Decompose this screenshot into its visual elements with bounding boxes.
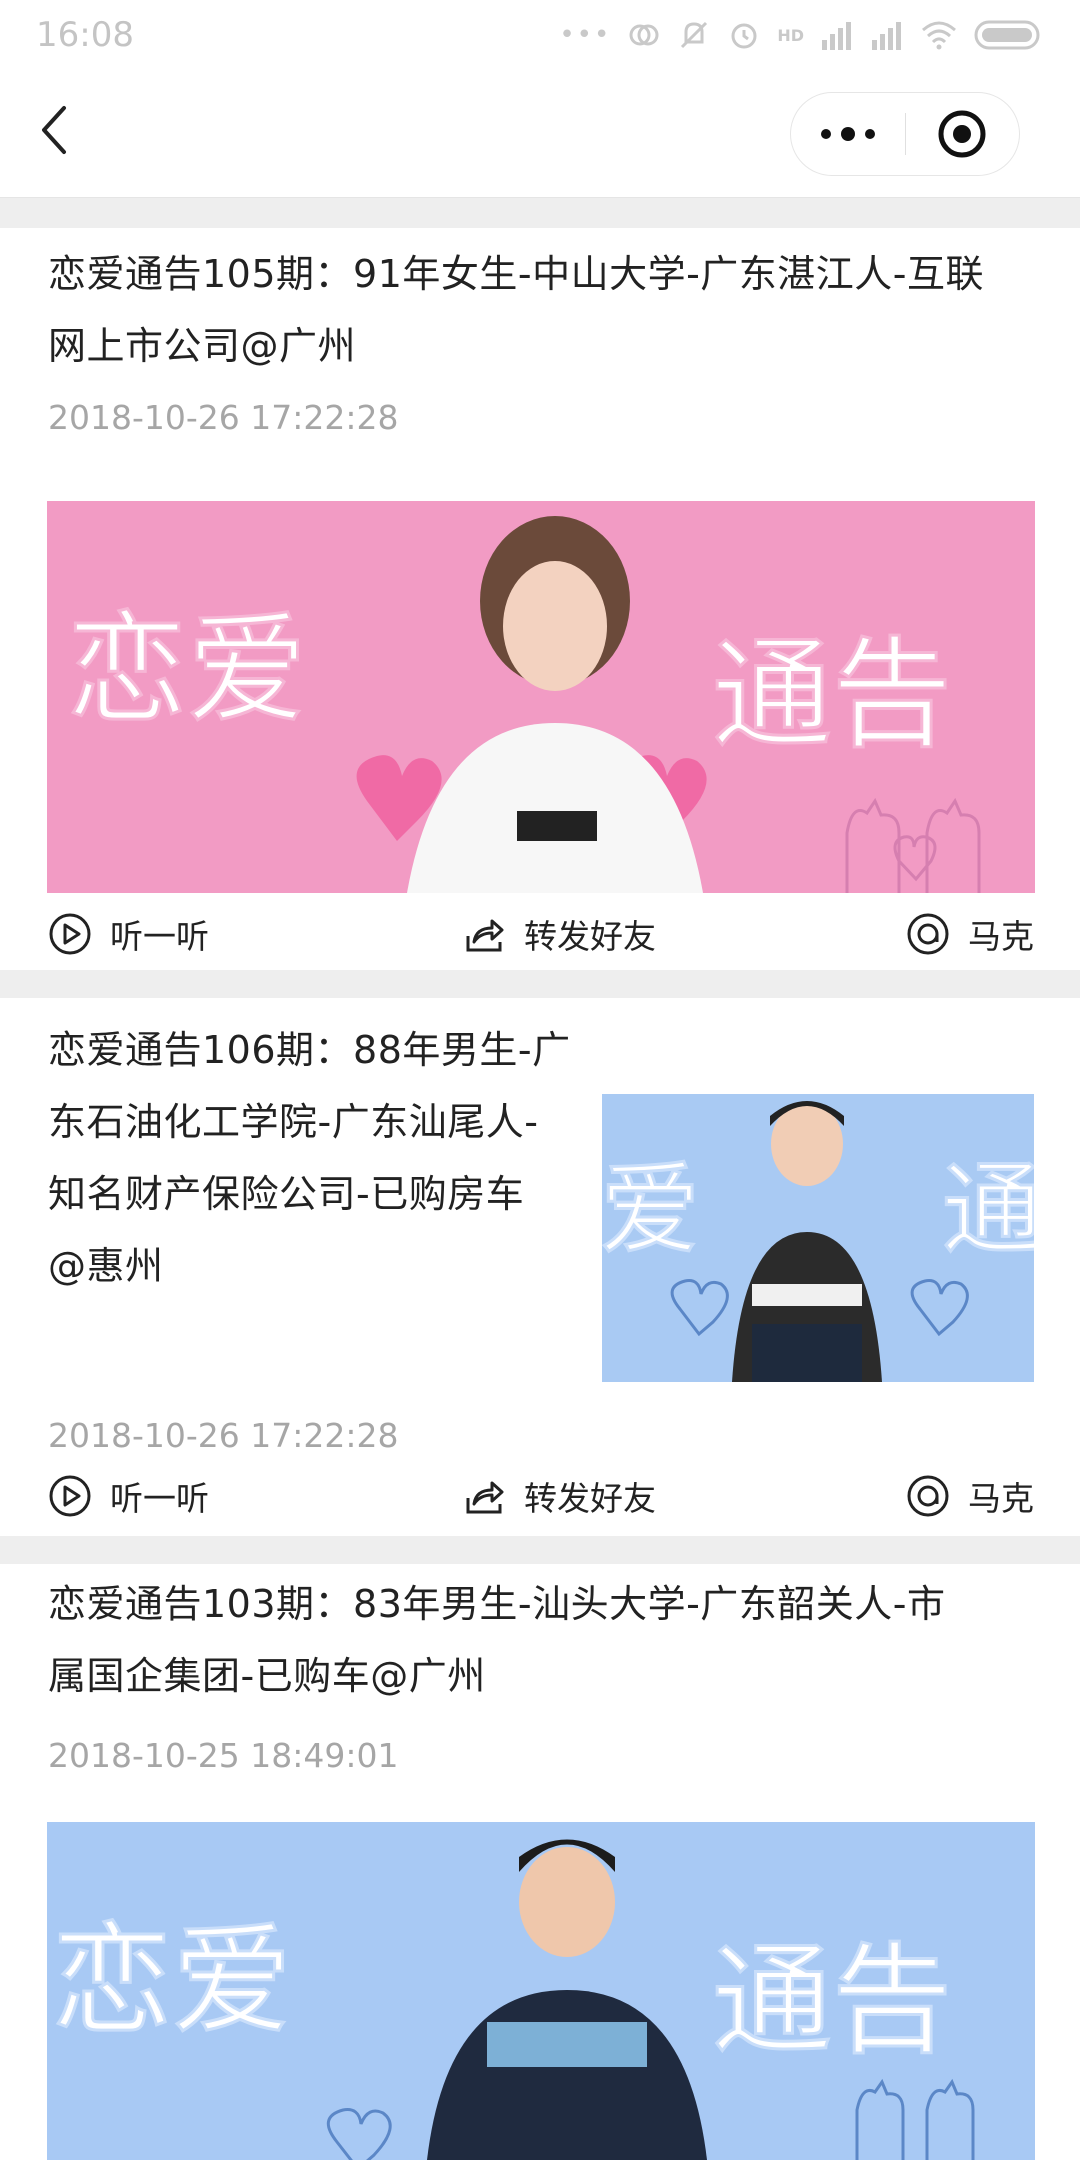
author-name: 马克 bbox=[968, 1479, 1034, 1518]
post-title: 恋爱通告103期：83年男生-汕头大学-广东韶关人-市 属国企集团-已购车@广州 bbox=[48, 1568, 946, 1712]
post-title-line: 恋爱通告103期：83年男生-汕头大学-广东韶关人-市 bbox=[48, 1582, 946, 1626]
signal-icon bbox=[822, 22, 851, 50]
status-icons: ••• HD bbox=[559, 18, 1044, 52]
record-circle-icon bbox=[938, 110, 986, 158]
post-card[interactable]: 恋爱通告106期：88年男生-广 东石油化工学院-广东汕尾人- 知名财产保险公司… bbox=[0, 998, 1080, 1536]
banner-text-right: 通告 bbox=[712, 1932, 952, 2071]
post-title-line: 属国企集团-已购车@广州 bbox=[48, 1654, 486, 1698]
alarm-icon bbox=[731, 23, 757, 49]
author-icon bbox=[907, 913, 949, 955]
thumb-text-right: 通 bbox=[942, 1151, 1034, 1268]
post-title: 恋爱通告106期：88年男生-广 东石油化工学院-广东汕尾人- 知名财产保险公司… bbox=[48, 1014, 608, 1302]
post-title-line: 知名财产保险公司-已购房车 bbox=[48, 1172, 525, 1216]
status-time: 16:08 bbox=[36, 15, 134, 55]
share-button[interactable]: 转发好友 bbox=[462, 1466, 656, 1526]
battery-icon bbox=[974, 20, 1040, 50]
share-button[interactable]: 转发好友 bbox=[462, 904, 656, 964]
wifi-icon bbox=[922, 21, 956, 50]
banner-illustration: 恋爱 通告 bbox=[47, 501, 1035, 893]
author-name: 马克 bbox=[968, 917, 1034, 956]
post-date: 2018-10-25 18:49:01 bbox=[48, 1736, 399, 1775]
hd-label: HD bbox=[777, 25, 804, 45]
post-title-line: 恋爱通告105期：91年女生-中山大学-广东湛江人-互联 bbox=[48, 252, 985, 296]
listen-label: 听一听 bbox=[110, 1479, 209, 1518]
notification-dots-icon: ••• bbox=[559, 20, 612, 50]
banner-text-left: 恋爱 bbox=[52, 1912, 292, 2051]
post-banner-image[interactable]: 恋爱 通告 bbox=[47, 501, 1035, 893]
post-card[interactable]: 恋爱通告103期：83年男生-汕头大学-广东韶关人-市 属国企集团-已购车@广州… bbox=[0, 1564, 1080, 2160]
share-label: 转发好友 bbox=[524, 917, 656, 956]
share-label: 转发好友 bbox=[524, 1479, 656, 1518]
post-title-line: 网上市公司@广州 bbox=[48, 324, 357, 368]
more-button[interactable] bbox=[791, 92, 905, 176]
mute-icon bbox=[681, 21, 708, 49]
author-link[interactable]: 马克 bbox=[906, 904, 1034, 964]
post-date: 2018-10-26 17:22:28 bbox=[48, 398, 399, 437]
mini-program-capsule bbox=[790, 92, 1020, 176]
banner-text-left: 恋爱 bbox=[67, 601, 307, 740]
post-title-line: @惠州 bbox=[48, 1244, 164, 1288]
post-title: 恋爱通告105期：91年女生-中山大学-广东湛江人-互联 网上市公司@广州 bbox=[48, 238, 984, 382]
post-thumbnail-image[interactable]: 爱 通 bbox=[602, 1094, 1034, 1382]
signal-2-icon bbox=[872, 22, 901, 50]
play-circle-icon bbox=[49, 913, 91, 955]
share-icon bbox=[466, 919, 504, 952]
banner-illustration: 恋爱 通告 bbox=[47, 1822, 1035, 2160]
back-button[interactable] bbox=[30, 100, 90, 160]
author-icon bbox=[907, 1475, 949, 1517]
listen-button[interactable]: 听一听 bbox=[48, 904, 209, 964]
close-button[interactable] bbox=[906, 92, 1020, 176]
thumb-text-left: 爱 bbox=[602, 1151, 700, 1268]
post-actions: 听一听 转发好友 马克 bbox=[0, 904, 1080, 964]
thumbnail-illustration: 爱 通 bbox=[602, 1094, 1034, 1382]
post-card[interactable]: 恋爱通告105期：91年女生-中山大学-广东湛江人-互联 网上市公司@广州 20… bbox=[0, 228, 1080, 970]
link-icon bbox=[629, 24, 659, 46]
share-icon bbox=[466, 1481, 504, 1514]
status-bar: 16:08 ••• HD bbox=[0, 0, 1080, 70]
play-circle-icon bbox=[49, 1475, 91, 1517]
more-dots-icon bbox=[820, 127, 875, 141]
listen-label: 听一听 bbox=[110, 917, 209, 956]
post-date: 2018-10-26 17:22:28 bbox=[48, 1416, 399, 1455]
nav-bar bbox=[0, 70, 1080, 198]
author-link[interactable]: 马克 bbox=[906, 1466, 1034, 1526]
post-banner-image[interactable]: 恋爱 通告 bbox=[47, 1822, 1035, 2160]
chevron-left-icon bbox=[42, 106, 66, 154]
listen-button[interactable]: 听一听 bbox=[48, 1466, 209, 1526]
post-title-line: 恋爱通告106期：88年男生-广 bbox=[48, 1028, 571, 1072]
banner-text-right: 通告 bbox=[712, 626, 952, 765]
post-title-line: 东石油化工学院-广东汕尾人- bbox=[48, 1100, 539, 1144]
post-actions: 听一听 转发好友 马克 bbox=[0, 1466, 1080, 1526]
